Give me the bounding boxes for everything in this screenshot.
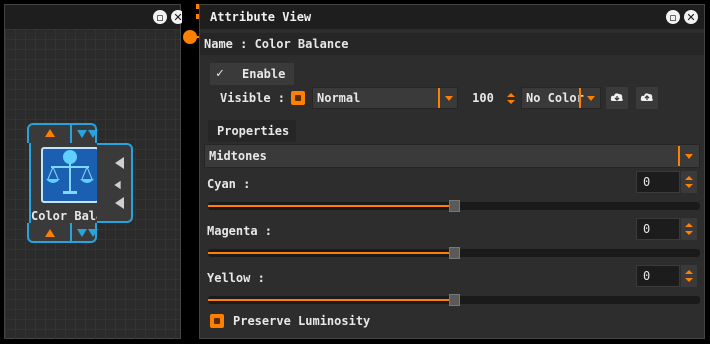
stepper-down-icon[interactable] [507, 99, 515, 104]
slider-value: 0 [643, 175, 651, 189]
slider-label: Yellow : [207, 271, 265, 285]
attribute-view-titlebar: Attribute View ▫ ✕ [200, 5, 704, 29]
opacity-value: 100 [472, 91, 494, 105]
yellow-value-field[interactable]: 0 [636, 265, 680, 287]
slider-fill [208, 205, 454, 207]
output-port-icon[interactable] [114, 180, 121, 190]
slider-fill [208, 252, 454, 254]
visible-row: Visible : Normal 100 No Color [208, 86, 664, 110]
blend-mode-value: Normal [317, 91, 361, 105]
chevron-down-icon[interactable] [445, 96, 453, 101]
dropdown-separator [678, 146, 680, 166]
minimize-icon[interactable]: ▫ [666, 10, 680, 24]
yellow-slider-group: Yellow : 0 [200, 265, 704, 307]
mask-port-icon[interactable] [88, 130, 98, 138]
tone-range-dropdown[interactable]: Midtones [204, 144, 700, 168]
mask-out-port-icon[interactable] [77, 229, 87, 237]
panel-title: Attribute View [210, 10, 312, 24]
node-graph-panel: ▫ ✕ Color Balan [4, 4, 185, 339]
cyan-slider-group: Cyan : 0 [200, 171, 704, 213]
enable-label: Enable [242, 67, 286, 81]
dropdown-separator [579, 88, 581, 108]
chevron-down-icon[interactable] [685, 154, 693, 159]
mask-out-port-icon[interactable] [88, 229, 98, 237]
stepper-down-icon[interactable] [685, 278, 693, 282]
color-balance-icon [41, 147, 99, 203]
opacity-stepper[interactable] [504, 87, 518, 109]
port-divider [70, 223, 72, 243]
stepper-up-icon[interactable] [685, 223, 693, 227]
layer-name-label: Name : Color Balance [204, 37, 349, 51]
slider-knob[interactable] [449, 200, 460, 212]
slider-label: Magenta : [207, 224, 273, 238]
cyan-value-field[interactable]: 0 [636, 171, 680, 193]
tab-properties[interactable]: Properties [208, 120, 296, 142]
stepper-down-icon[interactable] [685, 231, 693, 235]
cloud-download-icon[interactable] [606, 87, 628, 109]
slider-fill [208, 299, 454, 301]
output-port-icon[interactable] [115, 157, 124, 169]
slider-value: 0 [643, 269, 651, 283]
visible-checkbox[interactable] [291, 91, 305, 105]
color-balance-node[interactable]: Color Balan [27, 123, 133, 243]
preserve-luminosity-checkbox[interactable] [210, 314, 224, 328]
cyan-slider[interactable] [208, 200, 700, 212]
chevron-down-icon[interactable] [587, 96, 595, 101]
panel-splitter[interactable] [182, 0, 200, 344]
minimize-icon[interactable]: ▫ [153, 10, 167, 24]
close-icon[interactable]: ✕ [684, 10, 698, 24]
color-value: No Color [526, 91, 584, 105]
stepper-up-icon[interactable] [507, 92, 515, 97]
preserve-luminosity-label: Preserve Luminosity [233, 314, 371, 328]
tab-properties-label: Properties [217, 124, 290, 138]
dropdown-separator [438, 88, 440, 108]
magenta-value-field[interactable]: 0 [636, 218, 680, 240]
stepper-up-icon[interactable] [685, 176, 693, 180]
check-icon: ✓ [216, 66, 224, 81]
yellow-stepper[interactable] [681, 265, 697, 287]
stepper-up-icon[interactable] [685, 270, 693, 274]
enable-toggle[interactable]: ✓ Enable [210, 63, 294, 85]
cyan-stepper[interactable] [681, 171, 697, 193]
mask-port-icon[interactable] [77, 130, 87, 138]
output-port-icon[interactable] [45, 229, 55, 237]
magenta-slider-group: Magenta : 0 [200, 218, 704, 260]
port-divider [70, 123, 72, 143]
input-port-icon[interactable] [45, 129, 55, 137]
slider-knob[interactable] [449, 247, 460, 259]
output-port-icon[interactable] [115, 197, 124, 209]
cloud-upload-icon[interactable] [636, 87, 658, 109]
attribute-view-panel: Attribute View ▫ ✕ Name : Color Balance … [199, 4, 705, 339]
node-graph-titlebar: ▫ ✕ [5, 5, 185, 29]
visible-label: Visible : [220, 91, 286, 105]
connection-handle-icon[interactable] [183, 30, 197, 44]
stepper-down-icon[interactable] [685, 184, 693, 188]
slider-value: 0 [643, 222, 651, 236]
blend-mode-dropdown[interactable]: Normal [312, 87, 458, 109]
magenta-slider[interactable] [208, 247, 700, 259]
opacity-field[interactable]: 100 [462, 87, 504, 109]
name-row: Name : Color Balance [200, 33, 704, 55]
slider-label: Cyan : [207, 177, 251, 191]
tone-range-value: Midtones [209, 149, 267, 163]
magenta-stepper[interactable] [681, 218, 697, 240]
slider-knob[interactable] [449, 294, 460, 306]
yellow-slider[interactable] [208, 294, 700, 306]
